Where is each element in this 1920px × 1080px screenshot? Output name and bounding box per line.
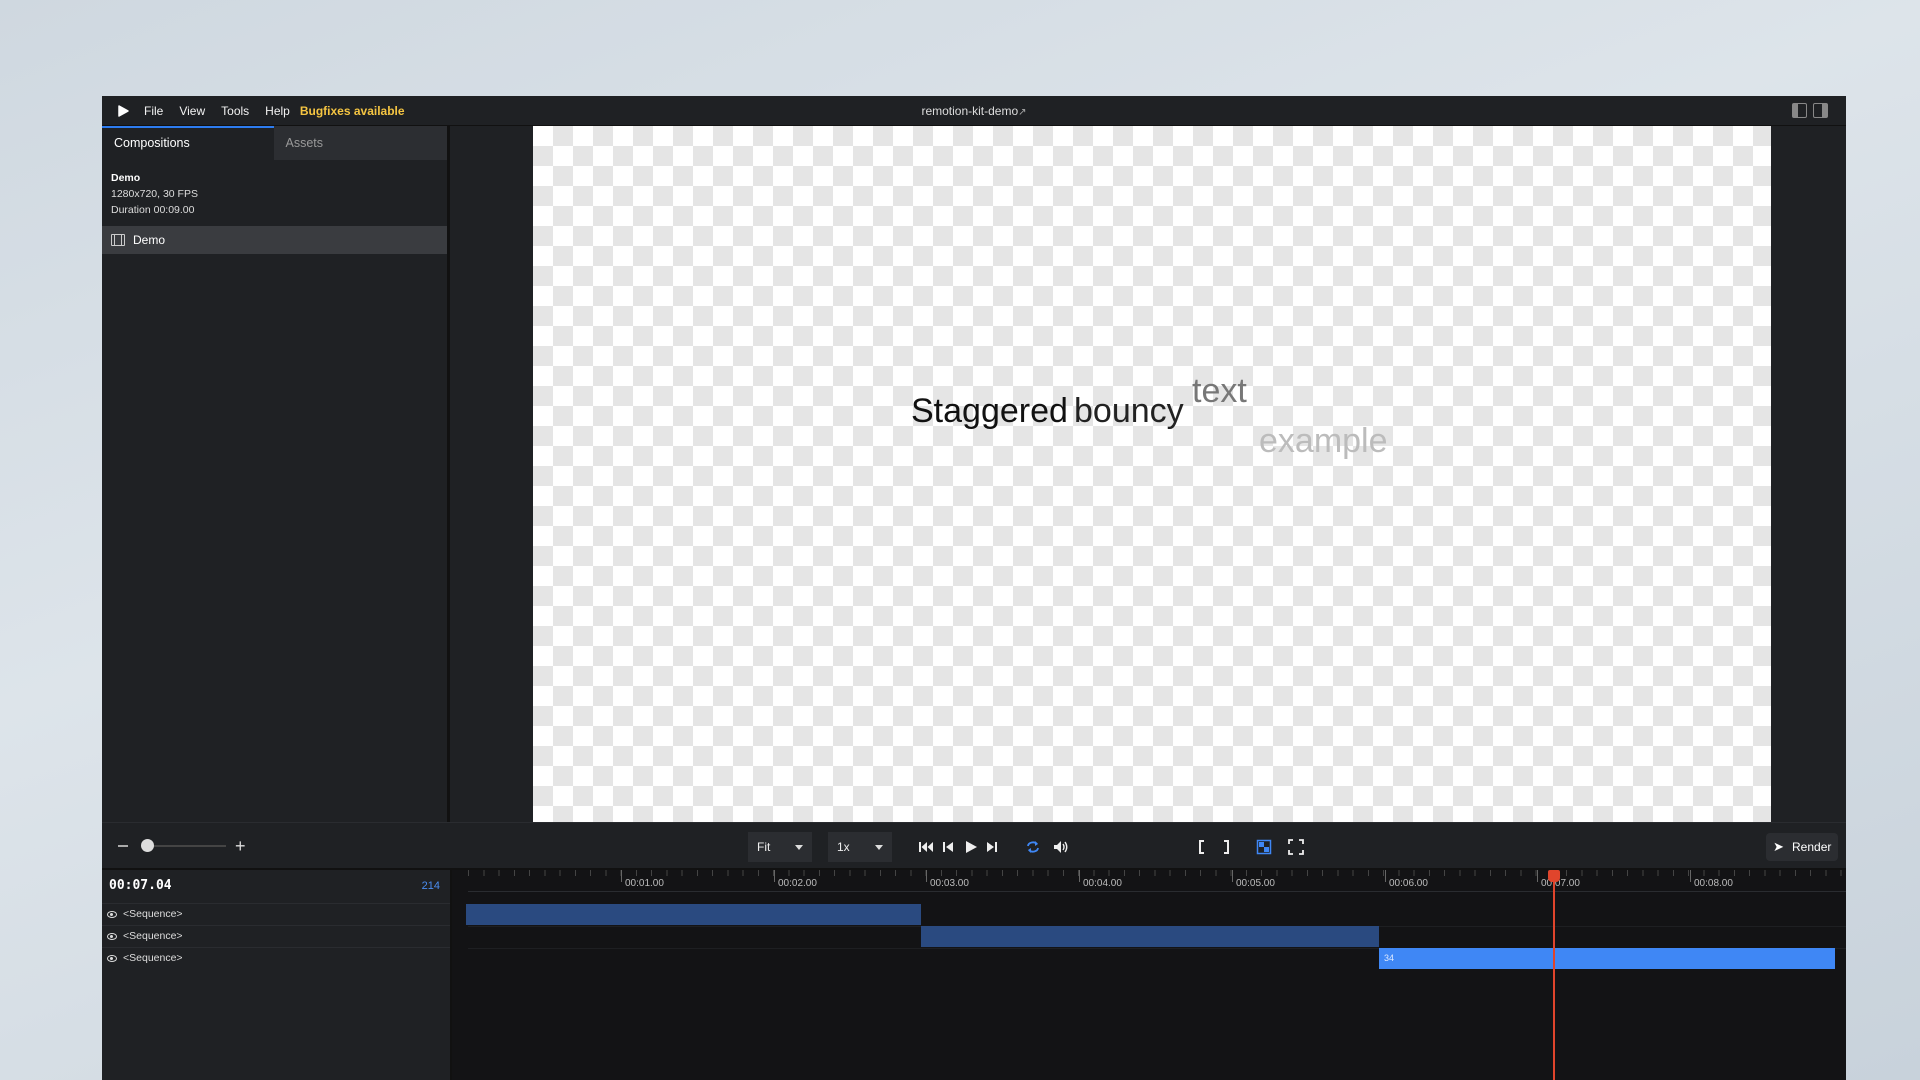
- volume-icon[interactable]: [1053, 839, 1069, 855]
- playback-controls: + Fit 1x ➤ Render: [102, 822, 1846, 870]
- playback-rate-select[interactable]: 1x: [828, 832, 892, 862]
- track-label: <Sequence>: [123, 930, 183, 942]
- track-label: <Sequence>: [123, 908, 183, 920]
- track-row[interactable]: <Sequence>: [102, 925, 450, 947]
- chevron-down-icon: [875, 845, 883, 850]
- step-back-icon[interactable]: [942, 839, 954, 855]
- jump-to-start-icon[interactable]: [918, 839, 934, 855]
- track-row[interactable]: <Sequence>: [102, 903, 450, 925]
- remotion-logo-icon[interactable]: [116, 104, 130, 118]
- toggle-left-panel-icon[interactable]: [1792, 103, 1807, 118]
- composition-duration: Duration 00:09.00: [111, 204, 195, 216]
- toggle-right-panel-icon[interactable]: [1813, 103, 1828, 118]
- playhead-line[interactable]: [1553, 876, 1555, 1080]
- eye-icon[interactable]: [107, 955, 117, 962]
- app-window: File View Tools Help Bugfixes available …: [102, 96, 1846, 1080]
- size-select[interactable]: Fit: [748, 832, 812, 862]
- step-forward-icon[interactable]: [986, 839, 998, 855]
- timeline-ruler[interactable]: [468, 870, 1846, 892]
- preview-canvas[interactable]: Staggered bouncy text example: [533, 126, 1771, 822]
- sidebar-tabs: Compositions Assets: [102, 126, 447, 160]
- timeline-track-list: 00:07.04 214 <Sequence> <Sequence> <Sequ…: [102, 870, 452, 1080]
- current-timecode[interactable]: 00:07.04: [109, 878, 172, 893]
- ruler-major-tick: [926, 870, 927, 882]
- menu-view[interactable]: View: [179, 104, 205, 118]
- ruler-major-tick: [1232, 870, 1233, 882]
- ruler-major-tick: [1537, 870, 1538, 882]
- timeline: 00:07.04 214 <Sequence> <Sequence> <Sequ…: [102, 870, 1846, 1080]
- track-row[interactable]: <Sequence>: [102, 947, 450, 969]
- film-icon: [111, 234, 125, 246]
- canvas-word: Staggered: [911, 392, 1068, 430]
- tab-compositions[interactable]: Compositions: [102, 126, 274, 160]
- rocket-icon: ➤: [1773, 839, 1784, 854]
- track-label: <Sequence>: [123, 952, 183, 964]
- sidebar: Compositions Assets Demo 1280x720, 30 FP…: [102, 126, 450, 822]
- project-title[interactable]: remotion-kit-demo: [921, 104, 1018, 118]
- ruler-major-tick: [621, 870, 622, 882]
- menu-tools[interactable]: Tools: [221, 104, 249, 118]
- size-select-value: Fit: [757, 840, 771, 854]
- ruler-tick-label: 00:04.00: [1083, 878, 1122, 889]
- loop-icon[interactable]: [1025, 839, 1041, 855]
- composition-info: Demo 1280x720, 30 FPS Duration 00:09.00: [102, 160, 447, 218]
- sequence-bar-selected[interactable]: 34: [1379, 948, 1835, 969]
- bugfixes-available-link[interactable]: Bugfixes available: [300, 104, 405, 118]
- canvas-word: text: [1192, 372, 1247, 410]
- layout-toggles: [1792, 103, 1828, 118]
- render-button[interactable]: ➤ Render: [1766, 833, 1838, 861]
- composition-resolution: 1280x720, 30 FPS: [111, 188, 198, 200]
- current-frame[interactable]: 214: [422, 880, 440, 892]
- canvas-word: example: [1259, 422, 1388, 460]
- menu-help[interactable]: Help: [265, 104, 290, 118]
- ruler-tick-label: 00:06.00: [1389, 878, 1428, 889]
- zoom-in-icon[interactable]: +: [235, 837, 246, 855]
- playback-rate-value: 1x: [837, 840, 850, 854]
- fullscreen-icon[interactable]: [1288, 839, 1304, 855]
- ruler-tick-label: 00:03.00: [930, 878, 969, 889]
- ruler-major-tick: [774, 870, 775, 882]
- eye-icon[interactable]: [107, 933, 117, 940]
- canvas-word: bouncy: [1074, 392, 1184, 430]
- ruler-tick-label: 00:08.00: [1694, 878, 1733, 889]
- ruler-tick-label: 00:05.00: [1236, 878, 1275, 889]
- ruler-major-tick: [1079, 870, 1080, 882]
- ruler-tick-label: 00:01.00: [625, 878, 664, 889]
- preview-area: Staggered bouncy text example: [450, 126, 1846, 822]
- checkerboard-toggle-icon[interactable]: [1256, 839, 1272, 855]
- chevron-down-icon: [795, 845, 803, 850]
- zoom-out-icon[interactable]: [118, 845, 128, 847]
- sidebar-item-demo[interactable]: Demo: [102, 226, 447, 254]
- render-button-label: Render: [1792, 840, 1832, 854]
- sequence-bar[interactable]: [921, 926, 1379, 947]
- sidebar-item-label: Demo: [133, 233, 166, 247]
- external-link-icon[interactable]: ↗: [1018, 107, 1026, 118]
- tab-assets[interactable]: Assets: [273, 126, 447, 160]
- in-point-icon[interactable]: [1197, 839, 1207, 855]
- eye-icon[interactable]: [107, 911, 117, 918]
- zoom-slider[interactable]: [142, 845, 226, 847]
- ruler-major-tick: [1690, 870, 1691, 882]
- ruler-tick-label: 00:07.00: [1541, 878, 1580, 889]
- play-icon[interactable]: [964, 839, 978, 855]
- menu-file[interactable]: File: [144, 104, 163, 118]
- composition-name: Demo: [111, 172, 141, 184]
- out-point-icon[interactable]: [1221, 839, 1231, 855]
- ruler-major-tick: [1385, 870, 1386, 882]
- zoom-slider-handle[interactable]: [141, 839, 154, 852]
- sequence-bar[interactable]: [466, 904, 921, 925]
- menu-bar: File View Tools Help Bugfixes available …: [102, 96, 1846, 126]
- ruler-tick-label: 00:02.00: [778, 878, 817, 889]
